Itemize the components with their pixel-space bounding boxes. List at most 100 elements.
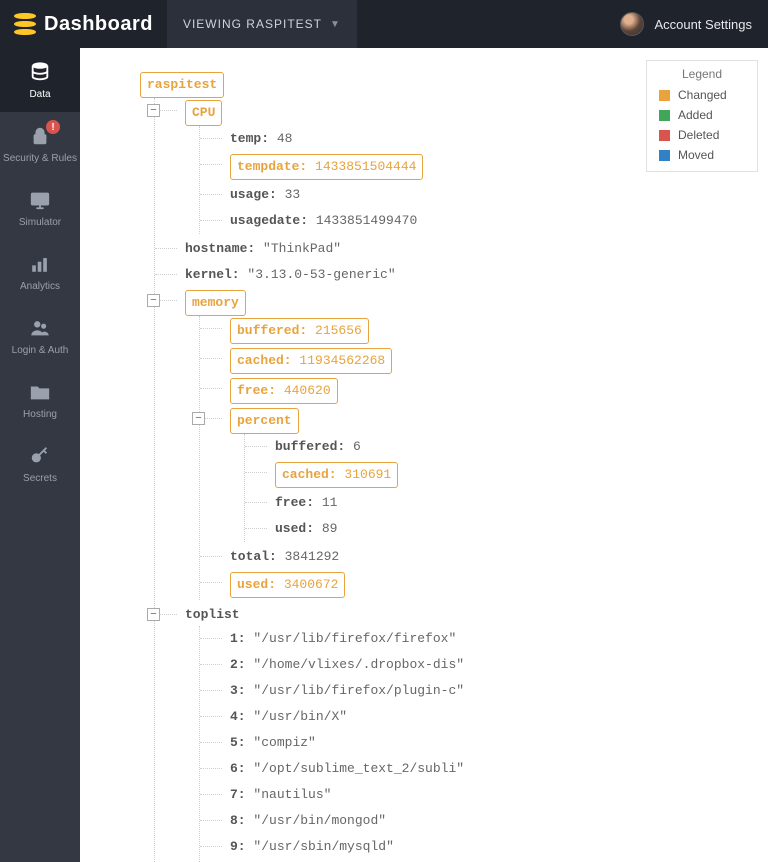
tree-value: 89 [322, 521, 338, 536]
nav-label: Analytics [20, 281, 60, 292]
nav-label: Security & Rules [3, 153, 77, 164]
tree-value: 1433851499470 [316, 213, 417, 228]
tree-key: memory [192, 295, 239, 310]
tree-leaf[interactable]: usagedate: 1433851499470 [212, 208, 738, 234]
account-settings-link[interactable]: Account Settings [604, 0, 768, 48]
tree-leaf[interactable]: kernel: 3.13.0-53-generic [167, 262, 738, 288]
chevron-down-icon: ▼ [330, 19, 341, 30]
tree-value: 3841292 [285, 549, 340, 564]
tree-key: 3: [230, 683, 246, 698]
tree-value: /opt/sublime_text_2/subli [253, 761, 464, 776]
tree-node-toplist[interactable]: − toplist 1: /usr/lib/firefox/firefox2: … [167, 602, 738, 862]
tree-leaf[interactable]: 4: /usr/bin/X [212, 704, 738, 730]
tree-leaf[interactable]: used: 89 [257, 516, 738, 542]
tree-value: 1433851504444 [315, 159, 416, 174]
collapse-icon[interactable]: − [147, 608, 160, 621]
tree-key: 4: [230, 709, 246, 724]
tree-value: /usr/sbin/mysqld [253, 839, 393, 854]
tree-root[interactable]: raspitest − CPU temp: 48 tempdate: 14338… [130, 70, 738, 862]
nav-data[interactable]: Data [0, 48, 80, 112]
tree-value: /home/vlixes/.dropbox-dis [253, 657, 464, 672]
avatar [620, 12, 644, 36]
tree-node-percent[interactable]: − percent buffered: 6 cached: 310691 fre… [212, 406, 738, 544]
collapse-icon[interactable]: − [192, 412, 205, 425]
tree-leaf[interactable]: cached: 11934562268 [212, 346, 738, 376]
nav-login-auth[interactable]: Login & Auth [0, 304, 80, 368]
tree-key: 2: [230, 657, 246, 672]
logo[interactable]: Dashboard [0, 0, 167, 48]
folder-icon [29, 381, 51, 403]
nav-label: Secrets [23, 473, 57, 484]
tree-leaf[interactable]: cached: 310691 [257, 460, 738, 490]
database-icon [29, 61, 51, 83]
tree-value: 48 [277, 131, 293, 146]
tree-leaf[interactable]: 9: /usr/sbin/mysqld [212, 834, 738, 860]
tree-value: /usr/lib/firefox/firefox [253, 631, 456, 646]
nav-analytics[interactable]: Analytics [0, 240, 80, 304]
tree-leaf[interactable]: 3: /usr/lib/firefox/plugin-c [212, 678, 738, 704]
tree-key: toplist [185, 607, 240, 622]
tree-leaf[interactable]: 5: compiz [212, 730, 738, 756]
nav-label: Hosting [23, 409, 57, 420]
nav-label: Simulator [19, 217, 61, 228]
tree-leaf[interactable]: 6: /opt/sublime_text_2/subli [212, 756, 738, 782]
tree-node-cpu[interactable]: − CPU temp: 48 tempdate: 1433851504444 u… [167, 98, 738, 236]
tree-leaf[interactable]: temp: 48 [212, 126, 738, 152]
nav-secrets[interactable]: Secrets [0, 432, 80, 496]
monitor-icon [29, 189, 51, 211]
tree-value: 440620 [284, 383, 331, 398]
tree-value: nautilus [253, 787, 331, 802]
tree-leaf[interactable]: 1: /usr/lib/firefox/firefox [212, 626, 738, 652]
alert-badge: ! [46, 120, 60, 134]
tree-key: 6: [230, 761, 246, 776]
tree-node-memory[interactable]: − memory buffered: 215656 cached: 119345… [167, 288, 738, 602]
tree-value: 3.13.0-53-generic [247, 267, 395, 282]
tree-value: 11934562268 [299, 353, 385, 368]
tree-leaf[interactable]: 7: nautilus [212, 782, 738, 808]
left-nav: Data ! Security & Rules Simulator Analyt… [0, 48, 80, 862]
tree-leaf[interactable]: buffered: 215656 [212, 316, 738, 346]
tree-key: 7: [230, 787, 246, 802]
app-title: Dashboard [44, 13, 153, 36]
nav-security-rules[interactable]: ! Security & Rules [0, 112, 80, 176]
collapse-icon[interactable]: − [147, 294, 160, 307]
tree-key: CPU [192, 105, 215, 120]
viewing-label: VIEWING RASPITEST [183, 17, 322, 31]
tree-value: 11 [322, 495, 338, 510]
tree-value: 215656 [315, 323, 362, 338]
tree-key: 8: [230, 813, 246, 828]
tree-value: 6 [353, 439, 361, 454]
key-icon [29, 445, 51, 467]
account-label: Account Settings [654, 17, 752, 32]
tree-leaf[interactable]: free: 11 [257, 490, 738, 516]
tree-key: percent [237, 413, 292, 428]
tree-key: 9: [230, 839, 246, 854]
tree-value: /usr/bin/mongod [253, 813, 386, 828]
tree-leaf[interactable]: used: 3400672 [212, 570, 738, 600]
data-tree: raspitest − CPU temp: 48 tempdate: 14338… [130, 70, 738, 862]
tree-leaf[interactable]: hostname: ThinkPad [167, 236, 738, 262]
nav-simulator[interactable]: Simulator [0, 176, 80, 240]
database-icon [14, 13, 36, 35]
users-icon [29, 317, 51, 339]
collapse-icon[interactable]: − [147, 104, 160, 117]
nav-label: Data [29, 89, 50, 100]
bar-chart-icon [29, 253, 51, 275]
tree-value: compiz [253, 735, 315, 750]
database-selector[interactable]: VIEWING RASPITEST ▼ [167, 0, 357, 48]
tree-leaf[interactable]: tempdate: 1433851504444 [212, 152, 738, 182]
tree-value: ThinkPad [263, 241, 341, 256]
top-bar: Dashboard VIEWING RASPITEST ▼ Account Se… [0, 0, 768, 48]
tree-leaf[interactable]: usage: 33 [212, 182, 738, 208]
tree-leaf[interactable]: buffered: 6 [257, 434, 738, 460]
nav-label: Login & Auth [12, 345, 69, 356]
nav-hosting[interactable]: Hosting [0, 368, 80, 432]
tree-leaf[interactable]: 2: /home/vlixes/.dropbox-dis [212, 652, 738, 678]
tree-leaf[interactable]: total: 3841292 [212, 544, 738, 570]
tree-key: raspitest [147, 77, 217, 92]
tree-key: 5: [230, 735, 246, 750]
tree-leaf[interactable]: free: 440620 [212, 376, 738, 406]
tree-leaf[interactable]: 8: /usr/bin/mongod [212, 808, 738, 834]
tree-value: 3400672 [284, 577, 339, 592]
main-panel: Legend Changed Added Deleted Moved raspi… [80, 48, 768, 862]
